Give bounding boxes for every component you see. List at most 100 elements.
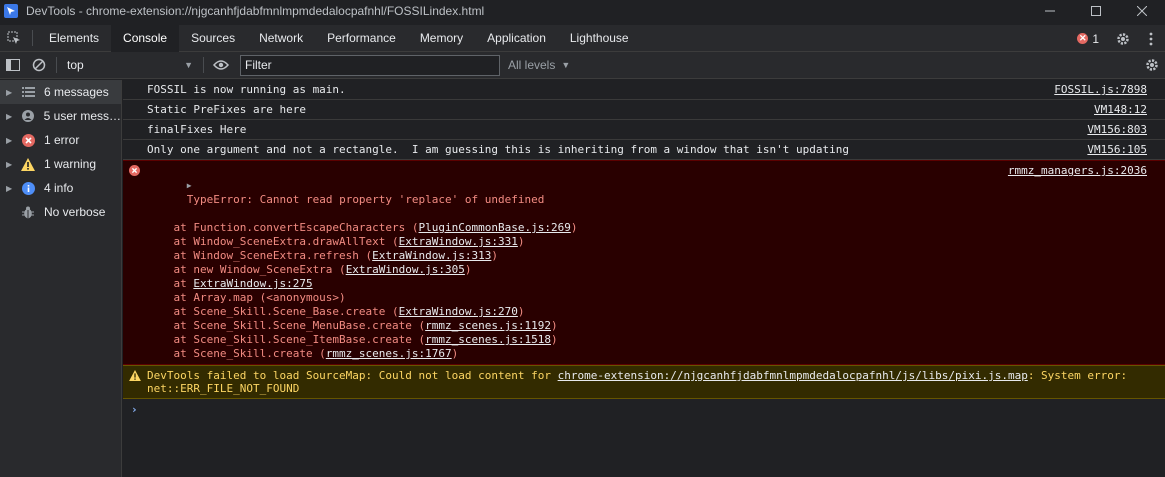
stack-frame-link[interactable]: ExtraWindow.js:305: [346, 263, 465, 276]
log-source-link[interactable]: VM148:12: [1094, 103, 1147, 116]
stack-frame: at Scene_Skill.Scene_ItemBase.create (rm…: [147, 333, 558, 346]
error-counter[interactable]: ✕ 1: [1077, 32, 1099, 46]
error-icon: [129, 165, 140, 179]
tab-lighthouse[interactable]: Lighthouse: [558, 25, 641, 52]
sidebar-item-errors[interactable]: ▶ 1 error: [0, 128, 121, 152]
console-sidebar: ▶ 6 messages ▶ 5 user mess… ▶ 1 error ▶ …: [0, 80, 122, 477]
log-message: FOSSIL is now running as main. FOSSIL.js…: [123, 80, 1165, 100]
stack-frame-link[interactable]: rmmz_scenes.js:1192: [425, 319, 551, 332]
warning-message: DevTools failed to load SourceMap: Could…: [123, 365, 1165, 399]
error-count: 1: [1092, 31, 1099, 46]
log-message: finalFixes Here VM156:803: [123, 120, 1165, 140]
log-source-link[interactable]: VM156:105: [1087, 143, 1147, 156]
console-messages: FOSSIL is now running as main. FOSSIL.js…: [123, 80, 1165, 477]
tab-console[interactable]: Console: [111, 24, 180, 52]
sidebar-item-warnings[interactable]: ▶ 1 warning: [0, 152, 121, 176]
log-source-link[interactable]: VM156:803: [1087, 123, 1147, 136]
tab-memory[interactable]: Memory: [408, 25, 475, 52]
log-source-link[interactable]: FOSSIL.js:7898: [1054, 83, 1147, 96]
stack-frame: at new Window_SceneExtra (ExtraWindow.js…: [147, 263, 472, 276]
panel-tab-bar: Elements Console Sources Network Perform…: [0, 24, 1165, 52]
context-selector[interactable]: top ▼: [61, 54, 199, 76]
log-message: Only one argument and not a rectangle. I…: [123, 140, 1165, 160]
toolbar-divider: [32, 30, 33, 46]
user-icon: [20, 109, 36, 123]
expand-arrow-icon[interactable]: ▶: [6, 136, 20, 145]
tab-performance[interactable]: Performance: [315, 25, 408, 52]
clear-console-icon[interactable]: [26, 52, 52, 79]
stack-frame: at Scene_Skill.Scene_Base.create (ExtraW…: [147, 305, 525, 318]
sidebar-item-label: No verbose: [44, 205, 106, 219]
stack-frame: at Scene_Skill.create (rmmz_scenes.js:17…: [147, 347, 459, 360]
tab-application[interactable]: Application: [475, 25, 558, 52]
stack-frame-link[interactable]: ExtraWindow.js:275: [193, 277, 312, 290]
expand-arrow-icon[interactable]: ▶: [6, 160, 20, 169]
sidebar-item-label: 1 error: [44, 133, 80, 147]
stack-frame: at ExtraWindow.js:275: [147, 277, 313, 290]
stack-frame-link[interactable]: ExtraWindow.js:313: [372, 249, 491, 262]
tab-elements[interactable]: Elements: [37, 25, 111, 52]
stack-trace: at Function.convertEscapeCharacters (Plu…: [147, 221, 1147, 361]
warning-icon: [129, 370, 141, 384]
console-prompt[interactable]: ›: [123, 399, 1165, 419]
filter-input[interactable]: [240, 54, 500, 76]
title-bar: DevTools - chrome-extension://njgcanhfjd…: [0, 0, 1165, 22]
settings-gear-icon[interactable]: [1109, 25, 1137, 52]
log-levels-dropdown[interactable]: All levels ▼: [508, 58, 570, 72]
sourcemap-link[interactable]: chrome-extension://njgcanhfjdabfmnlmpmde…: [558, 369, 1028, 382]
stack-frame: at Scene_Skill.Scene_MenuBase.create (rm…: [147, 319, 558, 332]
maximize-button[interactable]: [1073, 0, 1119, 22]
live-expression-eye-icon[interactable]: [208, 52, 234, 79]
log-message-text: Static PreFixes are here: [147, 103, 306, 116]
sidebar-item-user-messages[interactable]: ▶ 5 user mess…: [0, 104, 121, 128]
tab-network[interactable]: Network: [247, 25, 315, 52]
bug-icon: [20, 205, 36, 219]
sidebar-item-label: 4 info: [44, 181, 74, 195]
warning-icon: [20, 157, 36, 171]
context-value: top: [67, 58, 84, 72]
tab-sources[interactable]: Sources: [179, 25, 247, 52]
stack-frame-link[interactable]: rmmz_scenes.js:1767: [326, 347, 452, 360]
warning-text: DevTools failed to load SourceMap: Could…: [147, 369, 558, 382]
stack-frame: at Function.convertEscapeCharacters (Plu…: [147, 221, 578, 234]
stack-frame-link[interactable]: ExtraWindow.js:270: [399, 305, 518, 318]
console-settings-gear-icon[interactable]: [1139, 52, 1165, 79]
more-options-icon[interactable]: [1137, 25, 1165, 52]
dropdown-arrow-icon: ▼: [561, 60, 571, 70]
error-message: ▶ TypeError: Cannot read property 'repla…: [123, 160, 1165, 365]
expand-arrow-icon[interactable]: ▶: [6, 112, 20, 121]
stack-frame: at Window_SceneExtra.drawAllText (ExtraW…: [147, 235, 525, 248]
close-button[interactable]: [1119, 0, 1165, 22]
stack-frame-link[interactable]: rmmz_scenes.js:1518: [425, 333, 551, 346]
dropdown-arrow-icon: ▼: [184, 60, 193, 70]
toggle-sidebar-icon[interactable]: [0, 52, 26, 79]
inspect-element-icon[interactable]: [0, 25, 28, 52]
expand-stack-arrow-icon[interactable]: ▶: [187, 181, 192, 190]
error-icon: [20, 133, 36, 147]
error-source-link[interactable]: rmmz_managers.js:2036: [1008, 164, 1147, 177]
toolbar-divider: [56, 57, 57, 73]
expand-arrow-icon[interactable]: ▶: [6, 184, 20, 193]
stack-frame-link[interactable]: PluginCommonBase.js:269: [419, 221, 571, 234]
log-message-text: Only one argument and not a rectangle. I…: [147, 143, 849, 156]
log-message-text: finalFixes Here: [147, 123, 247, 136]
list-icon: [20, 85, 36, 99]
stack-frame: at Array.map (<anonymous>): [147, 291, 346, 304]
sidebar-item-verbose[interactable]: No verbose: [0, 200, 121, 224]
info-icon: [20, 181, 36, 195]
error-header-text: TypeError: Cannot read property 'replace…: [186, 193, 545, 206]
sidebar-item-label: 1 warning: [44, 157, 97, 171]
sidebar-item-label: 5 user mess…: [43, 109, 121, 123]
stack-frame-link[interactable]: ExtraWindow.js:331: [399, 235, 518, 248]
devtools-app-icon: [4, 4, 18, 18]
sidebar-item-info[interactable]: ▶ 4 info: [0, 176, 121, 200]
log-levels-label: All levels: [508, 58, 556, 72]
log-message: Static PreFixes are here VM148:12: [123, 100, 1165, 120]
toolbar-divider: [203, 57, 204, 73]
window-title: DevTools - chrome-extension://njgcanhfjd…: [26, 4, 485, 18]
minimize-button[interactable]: [1027, 0, 1073, 22]
log-message-text: FOSSIL is now running as main.: [147, 83, 346, 96]
sidebar-item-label: 6 messages: [44, 85, 109, 99]
expand-arrow-icon[interactable]: ▶: [6, 88, 20, 97]
sidebar-item-messages[interactable]: ▶ 6 messages: [0, 80, 121, 104]
